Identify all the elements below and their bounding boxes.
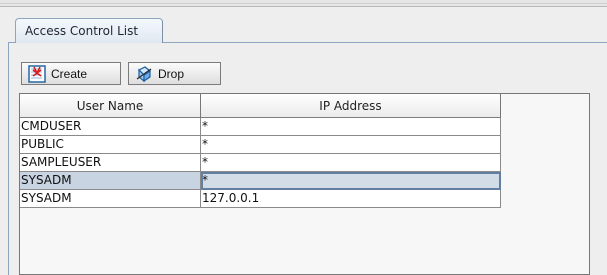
window-top-rule: [0, 0, 607, 7]
ip-address-cell[interactable]: *: [201, 118, 501, 136]
user-name-cell[interactable]: CMDUSER: [20, 118, 201, 136]
ip-address-cell[interactable]: *: [201, 136, 501, 154]
table-row[interactable]: SAMPLEUSER *: [20, 154, 501, 172]
user-name-cell[interactable]: SYSADM: [20, 190, 201, 208]
user-name-cell[interactable]: PUBLIC: [20, 136, 201, 154]
ip-address-cell[interactable]: *: [201, 154, 501, 172]
new-item-icon: [28, 64, 46, 83]
drop-button-label: Drop: [158, 66, 185, 81]
delete-item-icon: [136, 65, 152, 82]
acl-table: User Name IP Address CMDUSER * PUBLIC * …: [19, 93, 590, 275]
drop-button[interactable]: Drop: [128, 62, 221, 85]
user-name-cell[interactable]: SYSADM: [20, 172, 201, 190]
column-header-user-name[interactable]: User Name: [20, 94, 201, 118]
table-row[interactable]: PUBLIC *: [20, 136, 501, 154]
create-button[interactable]: Create: [21, 62, 121, 85]
table-row[interactable]: CMDUSER *: [20, 118, 501, 136]
table-row-selected[interactable]: SYSADM *: [20, 172, 501, 190]
table-row[interactable]: SYSADM 127.0.0.1: [20, 190, 501, 208]
tab-label: Access Control List: [25, 24, 139, 38]
ip-address-cell[interactable]: *: [201, 172, 501, 190]
table-body: CMDUSER * PUBLIC * SAMPLEUSER * SYSADM *…: [20, 118, 501, 208]
create-button-label: Create: [51, 66, 88, 81]
ip-address-cell[interactable]: 127.0.0.1: [201, 190, 501, 208]
column-header-ip-address[interactable]: IP Address: [201, 94, 501, 118]
tab-access-control-list[interactable]: Access Control List: [15, 18, 163, 43]
table-header-row: User Name IP Address: [20, 94, 501, 118]
user-name-cell[interactable]: SAMPLEUSER: [20, 154, 201, 172]
